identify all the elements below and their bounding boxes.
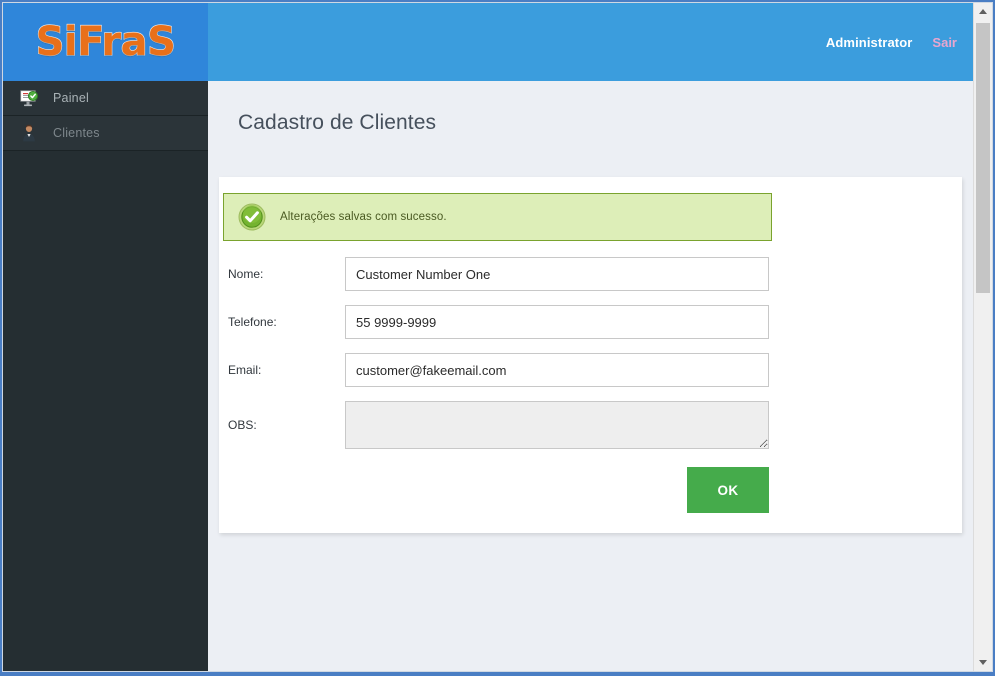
label-telefone: Telefone: [228,315,277,329]
monitor-dashboard-icon [19,88,39,108]
form-row-telefone: Telefone: [223,305,783,339]
app-header: SiFraS Administrator Sair [3,3,975,81]
app-logo-text: SiFraS [35,18,177,65]
email-input[interactable] [345,353,769,387]
sidebar-nav: Painel Clientes [3,81,208,671]
form-card: Alterações salvas com sucesso. Nome: Tel… [219,177,962,533]
browser-window-inner: SiFraS Administrator Sair Painel Cliente… [2,2,993,672]
form-row-nome: Nome: [223,257,783,291]
label-nome: Nome: [228,267,264,281]
scrollbar-thumb[interactable] [976,23,990,293]
client-form: Nome: Telefone: Email: [223,257,783,513]
screenshot-root: SiFraS Administrator Sair Painel Cliente… [0,0,995,676]
form-actions: OK [223,467,769,513]
label-obs: OBS: [228,418,257,432]
header-user-area: Administrator Sair [826,3,957,81]
app-logo[interactable]: SiFraS [3,3,208,81]
user-client-icon [19,123,39,143]
label-email: Email: [228,363,262,377]
success-alert-text: Alterações salvas com sucesso. [280,211,447,223]
logout-link[interactable]: Sair [932,35,957,50]
obs-textarea[interactable] [345,401,769,449]
main-content: Cadastro de Clientes Alterações salvas c… [208,81,975,671]
current-user-label: Administrator [825,34,913,50]
sidebar-item-painel-label: Painel [53,91,89,105]
form-row-email: Email: [223,353,783,387]
success-check-icon [238,203,266,231]
scrollbar-up-button[interactable] [974,3,992,20]
telefone-input[interactable] [345,305,769,339]
sidebar-item-clientes[interactable]: Clientes [3,116,208,151]
chevron-down-icon [979,660,987,665]
success-alert: Alterações salvas com sucesso. [223,193,772,241]
page-viewport: SiFraS Administrator Sair Painel Cliente… [3,3,975,671]
browser-window-frame: SiFraS Administrator Sair Painel Cliente… [0,0,995,676]
ok-submit-button[interactable]: OK [687,467,769,513]
nome-input[interactable] [345,257,769,291]
chevron-up-icon [979,9,987,14]
page-title: Cadastro de Clientes [238,111,437,134]
form-row-obs: OBS: [223,401,783,449]
scrollbar-down-button[interactable] [974,654,992,671]
page-scrollbar[interactable] [973,3,992,671]
sidebar-item-clientes-label: Clientes [53,126,100,140]
sidebar-item-painel[interactable]: Painel [3,81,208,116]
